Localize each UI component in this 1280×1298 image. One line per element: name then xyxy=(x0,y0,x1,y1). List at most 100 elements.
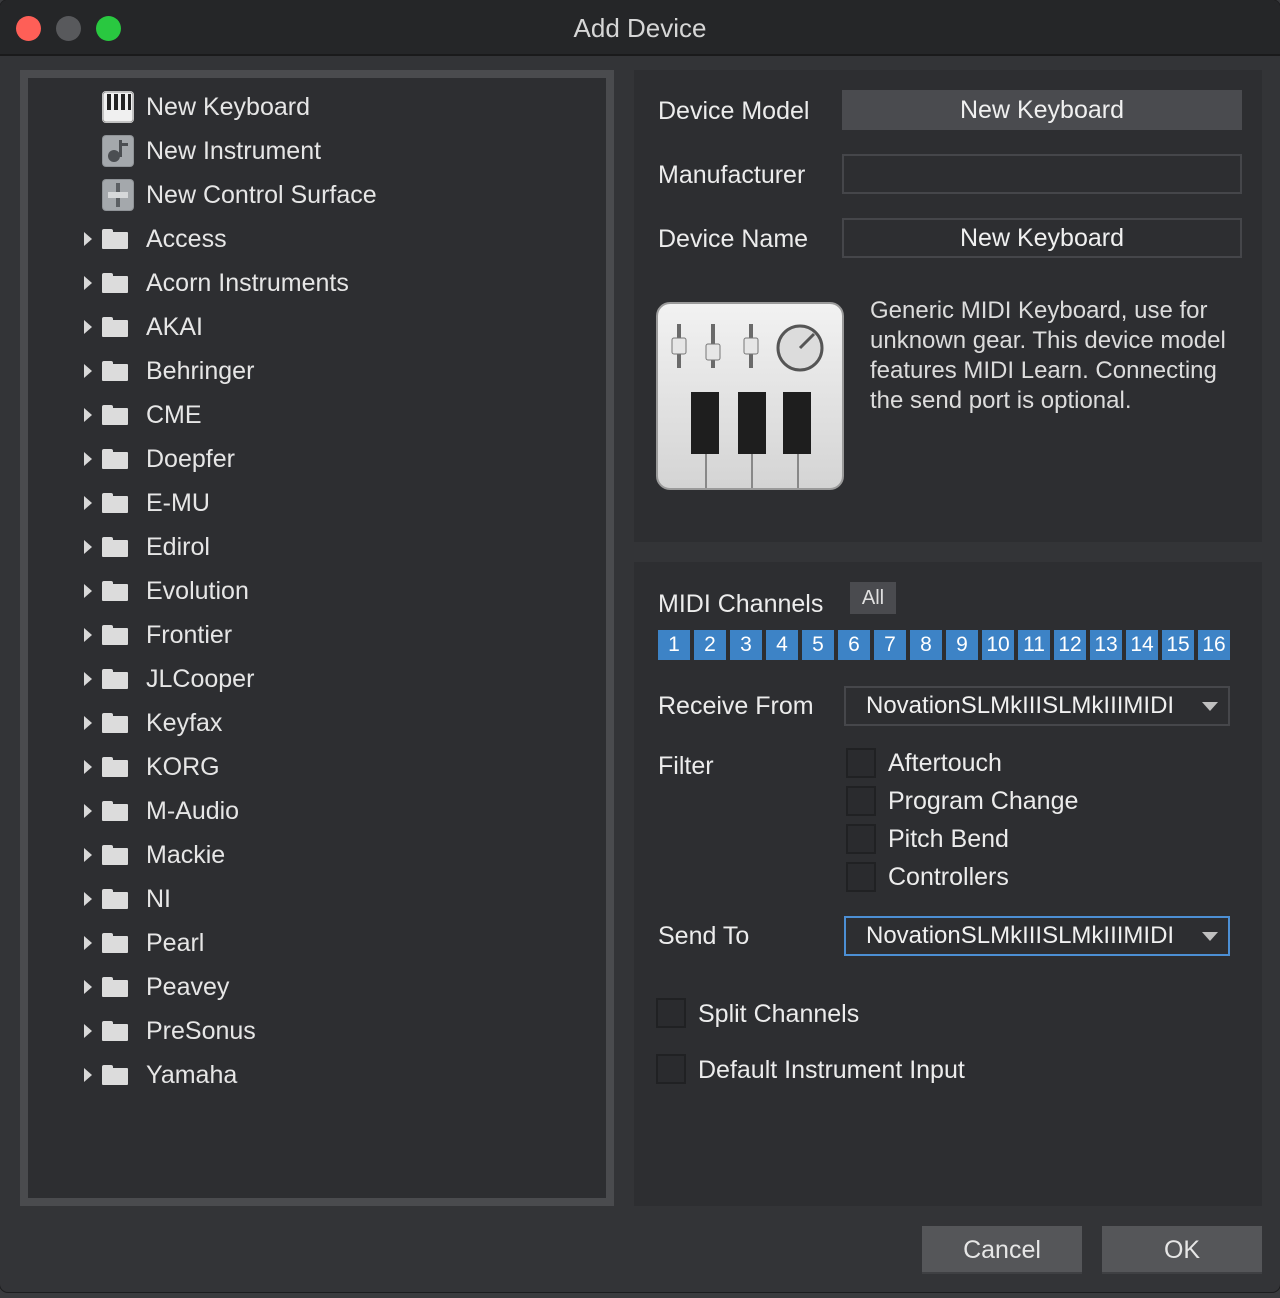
tree-item-new-control-surface[interactable]: New Control Surface xyxy=(28,173,598,217)
disclosure-triangle-icon[interactable] xyxy=(84,628,92,642)
folder-icon xyxy=(102,889,128,909)
tree-folder-label: NI xyxy=(146,885,171,913)
filter-checkbox[interactable] xyxy=(846,862,876,892)
device-name-field[interactable]: New Keyboard xyxy=(842,218,1242,258)
disclosure-triangle-icon[interactable] xyxy=(84,452,92,466)
disclosure-triangle-icon[interactable] xyxy=(84,1024,92,1038)
cancel-button[interactable]: Cancel xyxy=(922,1226,1082,1274)
midi-channel-button[interactable]: 10 xyxy=(982,630,1014,660)
tree-folder-item[interactable]: Frontier xyxy=(28,613,598,657)
disclosure-triangle-icon[interactable] xyxy=(84,848,92,862)
tree-folder-label: Acorn Instruments xyxy=(146,269,349,297)
midi-channel-button[interactable]: 14 xyxy=(1126,630,1158,660)
midi-channel-button[interactable]: 12 xyxy=(1054,630,1086,660)
midi-channel-button[interactable]: 7 xyxy=(874,630,906,660)
tree-folder-item[interactable]: CME xyxy=(28,393,598,437)
send-to-label: Send To xyxy=(658,922,750,950)
midi-channel-button[interactable]: 15 xyxy=(1162,630,1194,660)
midi-channel-button[interactable]: 11 xyxy=(1018,630,1050,660)
midi-channel-button[interactable]: 9 xyxy=(946,630,978,660)
midi-channel-button[interactable]: 8 xyxy=(910,630,942,660)
title-bar: Add Device xyxy=(0,0,1280,56)
split-channels-checkbox[interactable] xyxy=(656,998,686,1028)
midi-channel-button[interactable]: 5 xyxy=(802,630,834,660)
midi-settings-panel: MIDI Channels All 1 2 3 4 5 6 7 8 9 10 11 12 13 14 15 1… xyxy=(634,562,1262,1206)
tree-folder-item[interactable]: Acorn Instruments xyxy=(28,261,598,305)
disclosure-triangle-icon[interactable] xyxy=(84,716,92,730)
manufacturer-field[interactable] xyxy=(842,154,1242,194)
disclosure-triangle-icon[interactable] xyxy=(84,364,92,378)
midi-channel-button[interactable]: 6 xyxy=(838,630,870,660)
send-to-value: NovationSLMkIIISLMkIIIMIDI xyxy=(866,922,1175,949)
disclosure-triangle-icon[interactable] xyxy=(84,760,92,774)
disclosure-triangle-icon[interactable] xyxy=(84,540,92,554)
tree-folder-item[interactable]: Keyfax xyxy=(28,701,598,745)
folder-icon xyxy=(102,405,128,425)
filter-label: Pitch Bend xyxy=(888,825,1009,853)
tree-folder-label: KORG xyxy=(146,753,220,781)
disclosure-triangle-icon[interactable] xyxy=(84,232,92,246)
midi-channel-button[interactable]: 4 xyxy=(766,630,798,660)
tree-folder-item[interactable]: Evolution xyxy=(28,569,598,613)
disclosure-triangle-icon[interactable] xyxy=(84,584,92,598)
tree-folder-item[interactable]: Edirol xyxy=(28,525,598,569)
filter-checkbox[interactable] xyxy=(846,748,876,778)
filter-checkbox[interactable] xyxy=(846,824,876,854)
tree-folder-item[interactable]: KORG xyxy=(28,745,598,789)
receive-from-select[interactable]: NovationSLMkIIISLMkIIIMIDI xyxy=(844,686,1230,726)
device-details-panel: Device Model New Keyboard Manufacturer D… xyxy=(634,70,1262,542)
disclosure-triangle-icon[interactable] xyxy=(84,408,92,422)
tree-folder-item[interactable]: PreSonus xyxy=(28,1009,598,1053)
folder-icon xyxy=(102,317,128,337)
window-title: Add Device xyxy=(573,13,707,43)
default-instrument-input-label: Default Instrument Input xyxy=(698,1056,965,1084)
tree-folder-item[interactable]: Access xyxy=(28,217,598,261)
device-tree[interactable]: New Keyboard New Instrument New Control … xyxy=(28,78,606,1198)
default-instrument-input-checkbox[interactable] xyxy=(656,1054,686,1084)
send-to-select[interactable]: NovationSLMkIIISLMkIIIMIDI xyxy=(844,916,1230,956)
tree-folder-label: E-MU xyxy=(146,489,210,517)
tree-folder-item[interactable]: JLCooper xyxy=(28,657,598,701)
tree-folder-item[interactable]: Pearl xyxy=(28,921,598,965)
ok-button[interactable]: OK xyxy=(1102,1226,1262,1274)
disclosure-triangle-icon[interactable] xyxy=(84,672,92,686)
tree-folder-label: Pearl xyxy=(146,929,205,957)
disclosure-triangle-icon[interactable] xyxy=(84,496,92,510)
disclosure-triangle-icon[interactable] xyxy=(84,276,92,290)
tree-folder-item[interactable]: Yamaha xyxy=(28,1053,598,1097)
tree-folder-item[interactable]: Behringer xyxy=(28,349,598,393)
midi-channel-button[interactable]: 2 xyxy=(694,630,726,660)
tree-folder-item[interactable]: AKAI xyxy=(28,305,598,349)
filter-checkbox[interactable] xyxy=(846,786,876,816)
tree-folder-item[interactable]: M-Audio xyxy=(28,789,598,833)
disclosure-triangle-icon[interactable] xyxy=(84,804,92,818)
filter-label: Controllers xyxy=(888,863,1009,891)
tree-item-new-keyboard[interactable]: New Keyboard xyxy=(28,85,598,129)
disclosure-triangle-icon[interactable] xyxy=(84,980,92,994)
midi-keyboard-icon xyxy=(656,302,844,490)
disclosure-triangle-icon[interactable] xyxy=(84,936,92,950)
tree-folder-label: PreSonus xyxy=(146,1017,256,1045)
tree-folder-item[interactable]: Doepfer xyxy=(28,437,598,481)
tree-folder-item[interactable]: NI xyxy=(28,877,598,921)
all-channels-button[interactable]: All xyxy=(850,582,896,614)
disclosure-triangle-icon[interactable] xyxy=(84,892,92,906)
folder-icon xyxy=(102,361,128,381)
folder-icon xyxy=(102,273,128,293)
tree-folder-item[interactable]: Mackie xyxy=(28,833,598,877)
tree-folder-item[interactable]: E-MU xyxy=(28,481,598,525)
midi-channel-button[interactable]: 1 xyxy=(658,630,690,660)
channel-selector: 1 2 3 4 5 6 7 8 9 10 11 12 13 14 15 16 xyxy=(658,630,1230,660)
tree-folder-label: Yamaha xyxy=(146,1061,238,1089)
device-model-field[interactable]: New Keyboard xyxy=(842,90,1242,130)
midi-channel-button[interactable]: 16 xyxy=(1198,630,1230,660)
folder-icon xyxy=(102,669,128,689)
disclosure-triangle-icon[interactable] xyxy=(84,1068,92,1082)
disclosure-triangle-icon[interactable] xyxy=(84,320,92,334)
receive-from-value: NovationSLMkIIISLMkIIIMIDI xyxy=(866,692,1175,719)
tree-item-new-instrument[interactable]: New Instrument xyxy=(28,129,598,173)
tree-folder-item[interactable]: Peavey xyxy=(28,965,598,1009)
filter-label: Aftertouch xyxy=(888,749,1002,777)
midi-channel-button[interactable]: 13 xyxy=(1090,630,1122,660)
midi-channel-button[interactable]: 3 xyxy=(730,630,762,660)
